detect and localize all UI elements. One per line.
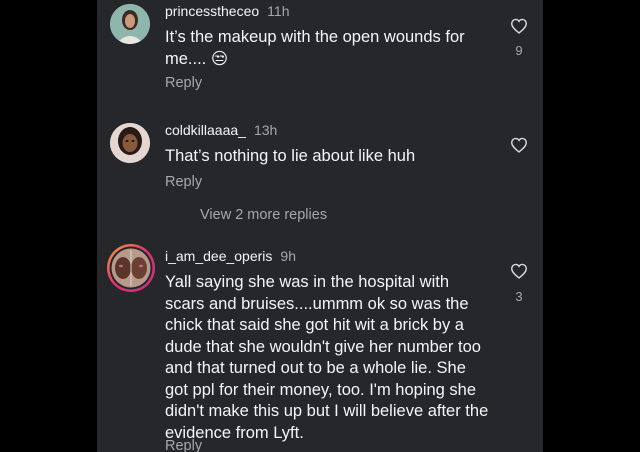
username[interactable]: i_am_dee_operis 9h	[165, 248, 296, 264]
reply-button[interactable]: Reply	[165, 75, 202, 91]
heart-outline-icon[interactable]	[510, 137, 528, 153]
timestamp: 9h	[280, 248, 296, 264]
heart-outline-icon[interactable]	[510, 18, 528, 34]
comment-text: It’s the makeup with the open wounds for…	[165, 28, 465, 68]
avatar[interactable]	[110, 123, 150, 163]
like-count: 9	[515, 43, 523, 58]
comment-text: Yall saying she was in the hospital with…	[165, 273, 489, 442]
timestamp: 11h	[267, 3, 290, 19]
comment-text: That’s nothing to lie about like huh	[165, 147, 416, 165]
reply-button[interactable]: Reply	[165, 438, 202, 452]
view-more-replies[interactable]: View 2 more replies	[200, 207, 327, 223]
username[interactable]: princesstheceo 11h	[165, 3, 290, 19]
like-count: 3	[515, 289, 523, 304]
timestamp: 13h	[253, 122, 278, 138]
heart-outline-icon[interactable]	[510, 263, 528, 279]
comments-panel: princesstheceo 11h It’s the makeup with t…	[97, 0, 543, 452]
avatar-story-ring[interactable]	[107, 244, 155, 292]
username[interactable]: coldkillaaaa_ 13h	[165, 122, 277, 138]
avatar[interactable]	[110, 4, 150, 44]
reply-button[interactable]: Reply	[165, 174, 202, 190]
